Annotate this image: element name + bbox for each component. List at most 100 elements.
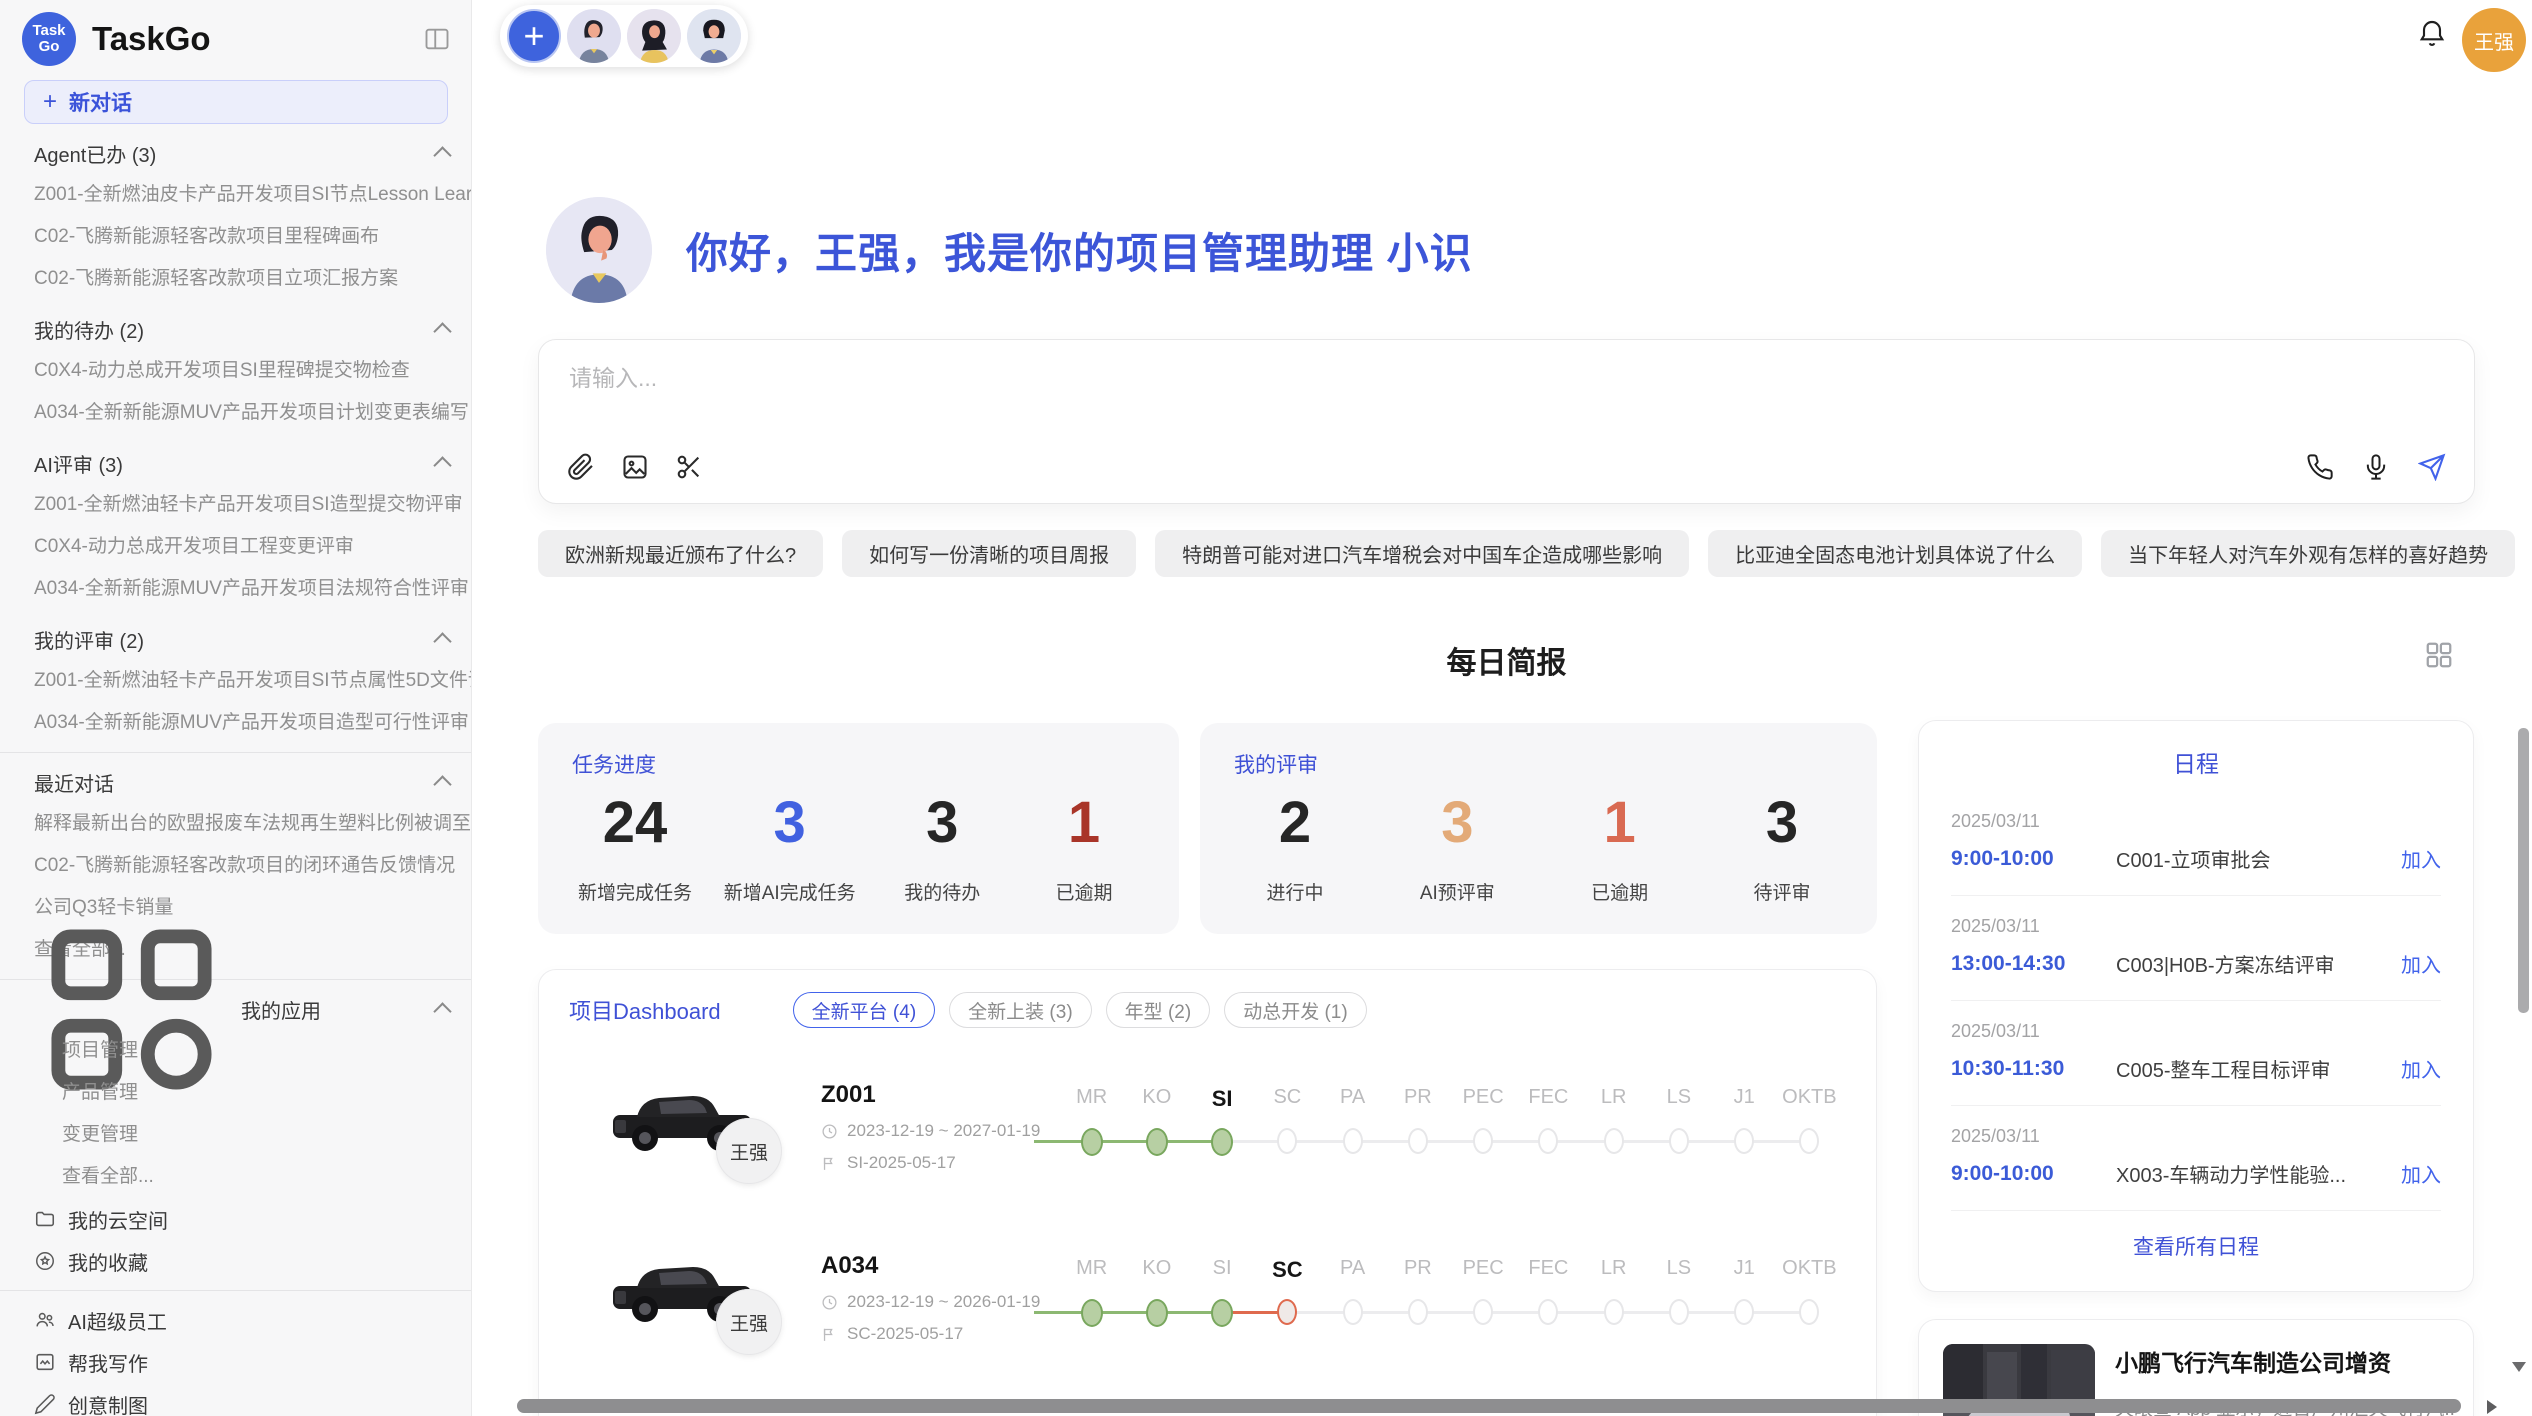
app-item[interactable]: 项目管理 (0, 1030, 471, 1072)
dashboard-filter-chip[interactable]: 全新平台 (4) (793, 992, 936, 1028)
sidebar-task-item[interactable]: Z001-全新燃油轻卡产品开发项目SI节点属性5D文件评审 (0, 660, 471, 702)
dashboard-filter-chip[interactable]: 动总开发 (1) (1224, 992, 1367, 1028)
sidebar-item-favorites[interactable]: 我的收藏 (0, 1240, 471, 1282)
sidebar-task-item[interactable]: A034-全新新能源MUV产品开发项目造型可行性评审 (0, 702, 471, 744)
recent-chat-item[interactable]: C02-飞腾新能源轻客改款项目的闭环通告反馈情况 (0, 845, 471, 887)
sidebar-section-header[interactable]: AI评审 (3) (0, 442, 471, 484)
suggestion-chip[interactable]: 当下年轻人对汽车外观有怎样的喜好趋势 (2101, 530, 2515, 577)
stat-label: 新增AI完成任务 (724, 878, 856, 905)
milestone-node: LS (1646, 1212, 1711, 1327)
sidebar-task-item[interactable]: A034-全新新能源MUV产品开发项目法规符合性评审 (0, 568, 471, 610)
sidebar-section-header[interactable]: Agent已办 (3) (0, 132, 471, 174)
sidebar-task-item[interactable]: Z001-全新燃油皮卡产品开发项目SI节点Lesson Learn报告 (0, 174, 471, 216)
project-row[interactable]: 王强 A034 2023-12-19 ~ 2026-01-19 S (569, 1212, 1846, 1370)
suggestion-chip[interactable]: 比亚迪全固态电池计划具体说了什么 (1708, 530, 2082, 577)
sidebar-section-header[interactable]: 我的评审 (2) (0, 618, 471, 660)
dashboard-header: 项目Dashboard 全新平台 (4) 全新上装 (3) 年型 (2) 动总开… (569, 992, 1846, 1028)
horizontal-scrollbar[interactable] (517, 1399, 2461, 1413)
agent-avatar[interactable] (687, 9, 741, 63)
join-meeting-link[interactable]: 加入 (2401, 844, 2441, 873)
user-avatar[interactable]: 王强 (2462, 8, 2526, 72)
project-dashboard-card: 项目Dashboard 全新平台 (4) 全新上装 (3) 年型 (2) 动总开… (538, 969, 1877, 1416)
milestone-node: PA (1320, 1041, 1385, 1156)
project-row[interactable]: 王强 Z001 2023-12-19 ~ 2027-01-19 S (569, 1041, 1846, 1199)
sidebar-item-cloud-space[interactable]: 我的云空间 (0, 1198, 471, 1240)
agent-avatar[interactable] (567, 9, 621, 63)
milestone-node: SC (1255, 1212, 1320, 1327)
layout-grid-icon[interactable] (2424, 640, 2454, 670)
agent-avatar[interactable] (627, 9, 681, 63)
schedule-date: 2025/03/11 (1951, 1126, 2441, 1147)
milestone-label: SI (1213, 1257, 1232, 1283)
app-item[interactable]: 产品管理 (0, 1072, 471, 1114)
join-meeting-link[interactable]: 加入 (2401, 1054, 2441, 1083)
milestone-dot (1211, 1128, 1233, 1156)
app-item[interactable]: 变更管理 (0, 1114, 471, 1156)
milestone-track: MR KO SI (1059, 1041, 1842, 1156)
sidebar-task-item[interactable]: C02-飞腾新能源轻客改款项目立项汇报方案 (0, 258, 471, 300)
send-icon[interactable] (2418, 453, 2446, 481)
microphone-icon[interactable] (2362, 453, 2390, 481)
suggestion-chip[interactable]: 欧洲新规最近颁布了什么? (538, 530, 823, 577)
image-icon[interactable] (621, 453, 649, 481)
dashboard-filter-chip[interactable]: 全新上装 (3) (949, 992, 1092, 1028)
milestone-label: SC (1272, 1257, 1303, 1283)
sidebar-item-creative-draw[interactable]: 创意制图 (0, 1383, 471, 1416)
stat-value: 24 (578, 793, 692, 854)
message-composer (538, 339, 2475, 504)
sidebar-section-header[interactable]: 我的待办 (2) (0, 308, 471, 350)
scroll-down-arrow-icon[interactable] (2512, 1362, 2526, 1372)
write-icon (34, 1351, 56, 1373)
ai-employee-label: AI超级员工 (68, 1306, 167, 1335)
new-chat-label: 新对话 (69, 87, 132, 117)
sidebar-task-item[interactable]: C0X4-动力总成开发项目工程变更评审 (0, 526, 471, 568)
sidebar-task-item[interactable]: C02-飞腾新能源轻客改款项目里程碑画布 (0, 216, 471, 258)
collapse-sidebar-icon[interactable] (423, 25, 451, 53)
sidebar-section: 我的待办 (2) C0X4-动力总成开发项目SI里程碑提交物检查 A034-全新… (0, 308, 471, 434)
sidebar-task-item[interactable]: C0X4-动力总成开发项目SI里程碑提交物检查 (0, 350, 471, 392)
milestone-label: MR (1076, 1086, 1107, 1112)
scroll-right-arrow-icon[interactable] (2487, 1400, 2497, 1414)
milestone-node: MR (1059, 1041, 1124, 1156)
chat-input[interactable] (567, 364, 1971, 393)
join-meeting-link[interactable]: 加入 (2401, 949, 2441, 978)
recent-chats-header[interactable]: 最近对话 (0, 761, 471, 803)
flag-icon (821, 1326, 838, 1343)
stat-label: AI预评审 (1402, 878, 1512, 905)
suggestion-chip[interactable]: 特朗普可能对进口汽车增税会对中国车企造成哪些影响 (1155, 530, 1689, 577)
new-chat-button[interactable]: + 新对话 (24, 80, 448, 124)
add-agent-button[interactable]: + (507, 9, 561, 63)
milestone-dot (1734, 1128, 1754, 1154)
my-apps-header[interactable]: 我的应用 (0, 988, 471, 1030)
chevron-up-icon (433, 1002, 451, 1020)
stat-value: 3 (887, 793, 997, 854)
vertical-scrollbar[interactable] (2518, 728, 2529, 1013)
stat-value: 1 (1029, 793, 1139, 854)
sidebar-task-item[interactable]: Z001-全新燃油轻卡产品开发项目SI造型提交物评审 (0, 484, 471, 526)
milestone-node: LS (1646, 1041, 1711, 1156)
sidebar-item-ai-employee[interactable]: AI超级员工 (0, 1299, 471, 1341)
milestone-label: KO (1142, 1086, 1171, 1112)
view-all-schedule-link[interactable]: 查看所有日程 (1951, 1231, 2441, 1261)
phone-icon[interactable] (2306, 453, 2334, 481)
scissors-icon[interactable] (675, 453, 703, 481)
milestone-node: J1 (1712, 1212, 1777, 1327)
paperclip-icon[interactable] (567, 453, 595, 481)
user-name: 王强 (2474, 26, 2514, 55)
milestone-node: PA (1320, 1212, 1385, 1327)
composer-attachments (567, 453, 703, 481)
apps-view-all[interactable]: 查看全部... (0, 1156, 471, 1198)
sidebar-item-help-write[interactable]: 帮我写作 (0, 1341, 471, 1383)
schedule-date: 2025/03/11 (1951, 916, 2441, 937)
users-icon (34, 1309, 56, 1331)
project-date-range: 2023-12-19 ~ 2027-01-19 (847, 1121, 1040, 1141)
sidebar-task-item[interactable]: A034-全新新能源MUV产品开发项目计划变更表编写 (0, 392, 471, 434)
notifications-bell-icon[interactable] (2416, 18, 2448, 50)
milestone-dot (1473, 1128, 1493, 1154)
sidebar-section: AI评审 (3) Z001-全新燃油轻卡产品开发项目SI造型提交物评审 C0X4… (0, 442, 471, 610)
dashboard-filter-chip[interactable]: 年型 (2) (1106, 992, 1211, 1028)
join-meeting-link[interactable]: 加入 (2401, 1159, 2441, 1188)
suggestion-chip[interactable]: 如何写一份清晰的项目周报 (842, 530, 1136, 577)
recent-chat-item[interactable]: 解释最新出台的欧盟报废车法规再生塑料比例被调至15%... (0, 803, 471, 845)
sidebar-section: Agent已办 (3) Z001-全新燃油皮卡产品开发项目SI节点Lesson … (0, 132, 471, 300)
